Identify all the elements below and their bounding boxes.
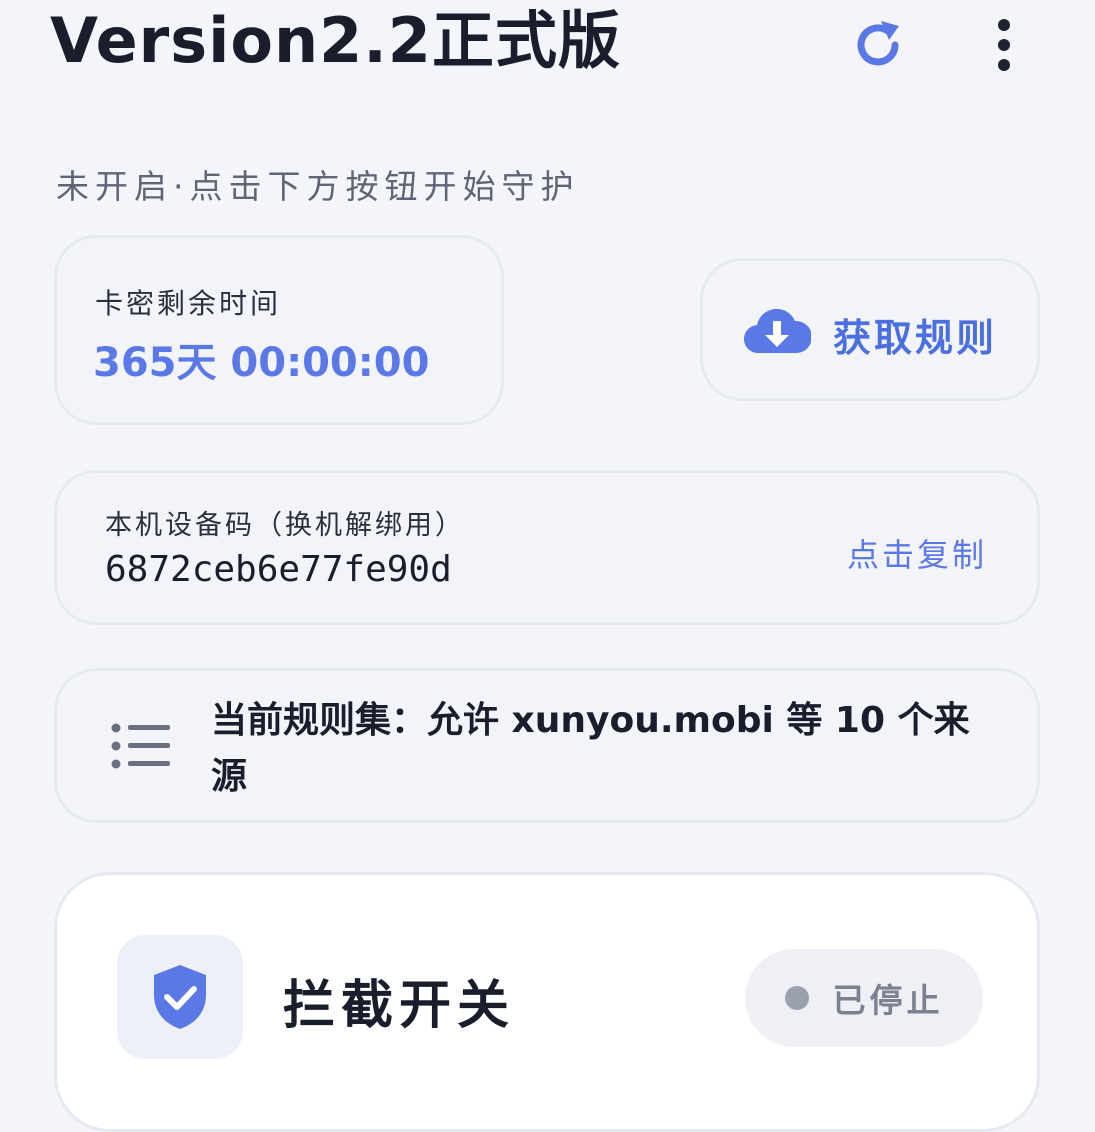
list-icon	[111, 723, 170, 769]
more-options-button[interactable]	[975, 12, 1033, 78]
block-switch-card: 拦截开关 已停止	[54, 872, 1040, 1132]
refresh-icon	[857, 21, 899, 66]
remaining-time-card: 卡密剩余时间 365天 00:00:00	[54, 235, 504, 425]
app-title: Version2.2正式版	[50, 4, 621, 77]
block-status-text: 已停止	[832, 981, 944, 1020]
cloud-download-icon	[743, 308, 811, 354]
current-ruleset-text: 当前规则集：允许 xunyou.mobi 等 10 个来源	[211, 700, 970, 797]
get-rules-label: 获取规则	[833, 316, 998, 360]
remaining-time-value: 365天 00:00:00	[93, 340, 430, 386]
block-status-badge[interactable]: 已停止	[745, 949, 983, 1047]
device-code-value: 6872ceb6e77fe90d	[105, 549, 452, 590]
refresh-button[interactable]	[845, 12, 911, 78]
protection-status-text: 未开启·点击下方按钮开始守护	[56, 167, 580, 206]
device-code-label: 本机设备码（换机解绑用）	[105, 510, 465, 541]
block-switch-title: 拦截开关	[283, 976, 516, 1036]
current-ruleset-card[interactable]: 当前规则集：允许 xunyou.mobi 等 10 个来源	[54, 668, 1040, 823]
remaining-time-label: 卡密剩余时间	[95, 287, 282, 320]
shield-icon-box	[117, 935, 243, 1059]
get-rules-button[interactable]: 获取规则	[700, 258, 1040, 401]
copy-device-code-link[interactable]: 点击复制	[847, 530, 987, 576]
status-dot	[784, 986, 809, 1010]
more-vertical-icon	[998, 19, 1010, 71]
shield-check-icon	[154, 965, 206, 1029]
device-code-card: 本机设备码（换机解绑用） 6872ceb6e77fe90d 点击复制	[54, 470, 1040, 625]
